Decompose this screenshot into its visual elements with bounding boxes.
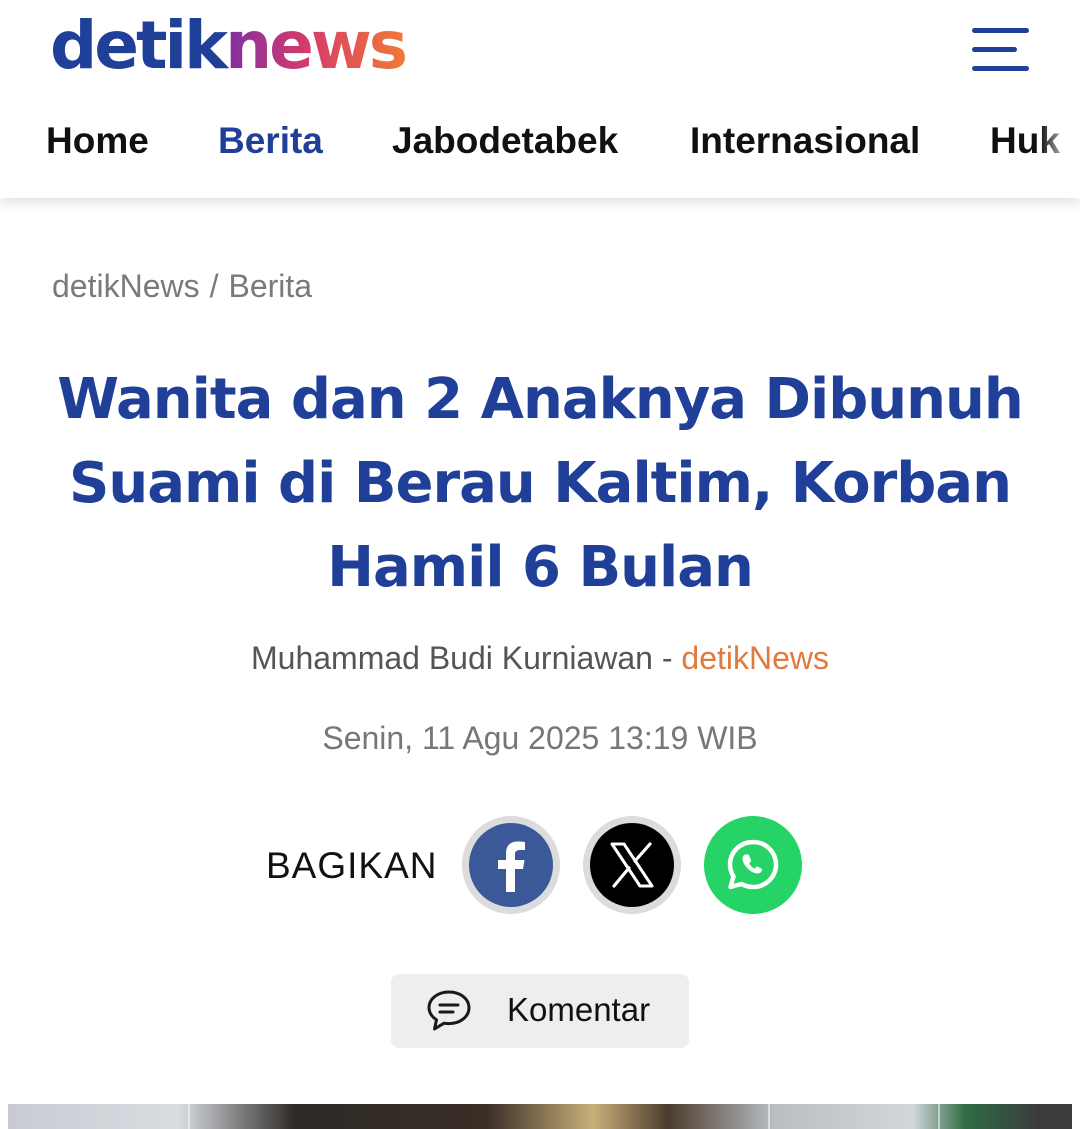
comment-icon	[427, 990, 471, 1031]
category-nav: Home Berita Jabodetabek Internasional Hu…	[0, 110, 1080, 174]
x-icon	[610, 842, 654, 888]
facebook-icon	[498, 841, 525, 892]
byline-separator: -	[652, 640, 682, 676]
nav-scroll-fade	[1040, 110, 1080, 174]
site-header: detiknews Home Berita Jabodetabek Intern…	[0, 0, 1080, 198]
nav-item-internasional[interactable]: Internasional	[690, 120, 920, 162]
article-page: detiknews Home Berita Jabodetabek Intern…	[0, 0, 1080, 1129]
hamburger-menu-button[interactable]	[966, 22, 1034, 78]
hero-image-detail	[188, 1104, 190, 1129]
breadcrumb: detikNews / Berita	[52, 268, 312, 305]
author-name[interactable]: Muhammad Budi Kurniawan	[251, 640, 653, 676]
article-title: Wanita dan 2 Anaknya Dibunuh Suami di Be…	[57, 367, 1024, 600]
hamburger-icon-line	[972, 47, 1017, 52]
hero-image-detail	[938, 1104, 940, 1129]
article-byline: Muhammad Budi Kurniawan - detikNews	[0, 640, 1080, 677]
whatsapp-icon	[727, 839, 779, 890]
hero-image-detail	[768, 1104, 770, 1129]
hamburger-icon-line	[972, 28, 1029, 33]
source-name[interactable]: detikNews	[681, 640, 829, 676]
comment-label: Komentar	[507, 991, 651, 1028]
comment-button[interactable]: Komentar	[391, 974, 689, 1048]
article-hero-image	[8, 1104, 1072, 1129]
hamburger-icon-line	[972, 66, 1029, 71]
breadcrumb-item-detiknews[interactable]: detikNews	[52, 268, 200, 304]
share-label: BAGIKAN	[266, 845, 438, 886]
logo-detik-text: detik	[50, 7, 228, 84]
breadcrumb-item-berita[interactable]: Berita	[229, 268, 313, 304]
share-facebook-button[interactable]	[462, 816, 560, 914]
breadcrumb-separator: /	[209, 268, 219, 304]
detiknews-logo[interactable]: detiknews	[50, 6, 408, 86]
nav-item-home[interactable]: Home	[46, 120, 149, 162]
share-x-button[interactable]	[583, 816, 681, 914]
nav-item-jabodetabek[interactable]: Jabodetabek	[392, 120, 618, 162]
publish-date: Senin, 11 Agu 2025 13:19 WIB	[322, 720, 758, 756]
nav-item-berita[interactable]: Berita	[218, 120, 323, 162]
logo-news-text: news	[225, 7, 408, 84]
share-whatsapp-button[interactable]	[704, 816, 802, 914]
